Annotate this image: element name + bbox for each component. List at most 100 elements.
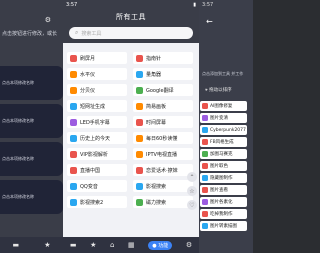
search-placeholder: 搜索工具 [81, 30, 102, 37]
tool-label: 时间屏幕 [146, 119, 167, 126]
tool-label: 影视搜索2 [80, 199, 104, 206]
bottom-nav: ▬ ★ ⌂ ▦ ● 功能 ⚙ [63, 237, 199, 253]
home-icon[interactable]: ⌂ [110, 241, 114, 249]
tool-list-item[interactable]: 图片各素化 [200, 197, 247, 207]
tool-icon [70, 118, 77, 126]
tool-item[interactable]: 恋爱话术·撩妹 [133, 164, 193, 176]
tool-list-item[interactable]: 图片取色 [200, 161, 247, 171]
tool-list-item[interactable]: 图片变清 [200, 113, 247, 123]
tool-label: 指南针 [146, 55, 162, 62]
grid-settings-icon[interactable]: ⚙ [45, 16, 51, 24]
tool-item[interactable]: IPTV电视直播 [133, 148, 193, 160]
archive-icon[interactable]: ▬ [70, 241, 77, 249]
tool-icon [202, 223, 208, 229]
custom-slot-card[interactable]: 点击本项修改名称 [0, 180, 63, 214]
tool-icon [136, 150, 143, 158]
star-icon[interactable]: ☆ [187, 186, 197, 196]
tool-list-item[interactable]: 图片查看 [200, 185, 247, 195]
tool-label: 刷屏月 [80, 55, 96, 62]
right-hint: 点击添加到工具 并工作 [202, 71, 244, 76]
tool-label: 影视搜索 [146, 183, 167, 190]
tool-icon [70, 150, 77, 158]
card-label: 点击本项修改名称 [2, 194, 34, 199]
tool-icon [202, 103, 208, 109]
tool-list-item[interactable]: 隐藏图制作 [200, 173, 247, 183]
left-panel: ⚙ 点击按钮进行修改，或长 点击本项修改名称 点击本项修改名称 点击本项修改名称… [0, 0, 63, 253]
tool-label: FB风格生成 [210, 140, 234, 145]
tool-label: 量角器 [146, 71, 162, 78]
custom-slot-card[interactable]: 点击本项修改名称 [0, 104, 63, 138]
tool-list-item[interactable]: 吃掉我制作 [200, 209, 247, 219]
tool-label: AI图像修复 [210, 104, 233, 109]
archive-icon[interactable]: ▬ [13, 241, 20, 249]
tool-item[interactable]: 每日60秒读懂 [133, 132, 193, 144]
tool-icon [136, 198, 143, 206]
star-icon[interactable]: ★ [44, 241, 50, 249]
tool-item[interactable]: 影视搜索2 [67, 196, 127, 208]
tool-label: 磁力搜索 [146, 199, 167, 206]
tool-label: 历史上的今天 [80, 135, 111, 142]
status-time: 3:57 [66, 2, 78, 8]
custom-slot-card[interactable]: 点击本项修改名称 [0, 142, 63, 176]
header: 3:57 ▮ 所有工具 ⌕ 搜索工具 [63, 0, 199, 43]
tool-label: 图片转素描图 [210, 224, 237, 229]
left-hint: 点击按钮进行修改，或长 [2, 31, 58, 37]
search-icon: ⌕ [75, 29, 79, 36]
tool-icon [202, 187, 208, 193]
tool-item[interactable]: QQ变音 [67, 180, 127, 192]
tool-list-item[interactable]: Cyberpunk2077 [200, 125, 247, 135]
tool-label: LED手机字幕 [80, 119, 110, 126]
grid-icon[interactable]: ▦ [128, 241, 135, 249]
tool-item[interactable]: 刷屏月 [67, 52, 127, 64]
tool-icon [136, 86, 143, 94]
tool-label: 直播中国 [80, 167, 101, 174]
tool-list-item[interactable]: FB风格生成 [200, 137, 247, 147]
tool-icon [70, 54, 77, 62]
custom-slot-card[interactable]: 点击本项修改名称 [0, 66, 63, 100]
card-label: 点击本项修改名称 [2, 156, 34, 161]
tab-features[interactable]: ● 功能 [148, 240, 173, 250]
tool-list-item[interactable]: AI图像修复 [200, 101, 247, 111]
tool-icon [202, 211, 208, 217]
settings-icon[interactable]: ⚙ [186, 241, 192, 249]
tool-item[interactable]: Google翻译 [133, 84, 193, 96]
tool-item[interactable]: 量角器 [133, 68, 193, 80]
tool-item[interactable]: 指南针 [133, 52, 193, 64]
tool-item[interactable]: 时间屏幕 [133, 116, 193, 128]
tool-icon [70, 182, 77, 190]
star-icon[interactable]: ★ [90, 241, 96, 249]
tool-item[interactable]: VIP影视解析 [67, 148, 127, 160]
battery-icon: ▮ [193, 2, 196, 8]
tool-item[interactable]: 短网址生成 [67, 100, 127, 112]
tool-item[interactable]: 简易画板 [133, 100, 193, 112]
tool-item[interactable]: 分贝仪 [67, 84, 127, 96]
tool-icon [202, 151, 208, 157]
status-time: 3:57 [202, 2, 214, 8]
tool-icon [70, 102, 77, 110]
tool-item[interactable]: 水平仪 [67, 68, 127, 80]
tool-list-item[interactable]: 图片转素描图 [200, 221, 247, 231]
tool-label: Google翻译 [146, 87, 174, 94]
tool-icon [136, 182, 143, 190]
tool-icon [202, 115, 208, 121]
tool-item[interactable]: 直播中国 [67, 164, 127, 176]
tool-list: AI图像修复 图片变清 Cyberpunk2077 FB风格生成 加图马赛克图片取色隐藏… [199, 101, 253, 233]
tool-item[interactable]: 影视搜索 [133, 180, 193, 192]
tool-label: 加图马赛克 [210, 152, 233, 157]
tool-item[interactable]: LED手机字幕 [67, 116, 127, 128]
tool-icon [70, 134, 77, 142]
search-input[interactable]: ⌕ 搜索工具 [69, 27, 193, 39]
tool-icon [70, 198, 77, 206]
tool-item[interactable]: 磁力搜索 [133, 196, 193, 208]
back-arrow-icon[interactable]: ← [206, 17, 213, 26]
up-arrow-icon[interactable]: ⌃ [187, 172, 197, 182]
tool-label: 图片变清 [210, 116, 228, 121]
tool-item[interactable]: 历史上的今天 [67, 132, 127, 144]
right-toolbar: ← [199, 10, 253, 33]
tool-list-item[interactable]: 加图马赛克 [200, 149, 247, 159]
tool-icon [70, 166, 77, 174]
favorite-icon[interactable]: ♡ [187, 200, 197, 210]
tool-label: 短网址生成 [80, 103, 106, 110]
tool-label: 图片各素化 [210, 200, 233, 205]
tool-icon [202, 163, 208, 169]
